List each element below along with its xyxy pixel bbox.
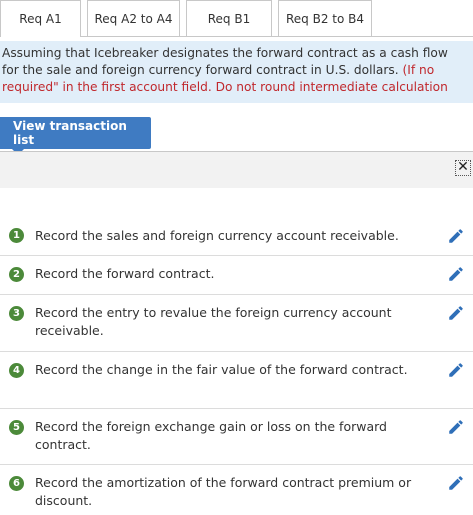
step-number-badge: 5 (9, 420, 24, 435)
list-item: 4 Record the change in the fair value of… (0, 352, 473, 409)
tab-label: Req B1 (207, 11, 251, 26)
view-transaction-list-label: View transaction list (13, 119, 127, 147)
list-item: 2 Record the forward contract. (0, 256, 473, 295)
instructions-note: (If no (402, 63, 435, 77)
close-icon[interactable]: ✕ (455, 160, 471, 176)
step-number-badge: 2 (9, 267, 24, 282)
tab-req-a2-to-a4[interactable]: Req A2 to A4 (87, 0, 180, 36)
tab-label: Req B2 to B4 (285, 11, 365, 26)
step-number-badge: 3 (9, 306, 24, 321)
edit-pencil-icon[interactable] (447, 304, 465, 322)
edit-pencil-icon[interactable] (447, 474, 465, 492)
list-item: 1 Record the sales and foreign currency … (0, 219, 473, 256)
entry-description: Record the foreign exchange gain or loss… (35, 419, 387, 452)
tab-req-a1[interactable]: Req A1 (0, 0, 81, 37)
tab-label: Req A1 (19, 12, 62, 26)
entry-description: Record the change in the fair value of t… (35, 362, 408, 377)
transaction-panel-header: ✕ (0, 151, 473, 188)
step-number-badge: 6 (9, 476, 24, 491)
view-transaction-list-button[interactable]: View transaction list (0, 117, 151, 155)
entry-description: Record the forward contract. (35, 266, 215, 281)
step-number-badge: 4 (9, 363, 24, 378)
instructions-line-2-text: for the sale and foreign currency forwar… (2, 63, 403, 77)
tab-req-b2-to-b4[interactable]: Req B2 to B4 (278, 0, 372, 36)
entry-description: Record the amortization of the forward c… (35, 475, 412, 508)
edit-pencil-icon[interactable] (447, 265, 465, 283)
instructions-line-3: required" in the first account field. Do… (2, 80, 448, 94)
instructions-line-2: for the sale and foreign currency forwar… (2, 62, 473, 79)
list-item: 6 Record the amortization of the forward… (0, 465, 473, 515)
entry-description: Record the entry to revalue the foreign … (35, 305, 392, 338)
edit-pencil-icon[interactable] (447, 418, 465, 436)
edit-pencil-icon[interactable] (447, 361, 465, 379)
instructions-banner: Assuming that Icebreaker designates the … (0, 41, 473, 103)
tab-req-b1[interactable]: Req B1 (186, 0, 272, 36)
entry-description: Record the sales and foreign currency ac… (35, 228, 399, 243)
instructions-line-1: Assuming that Icebreaker designates the … (2, 46, 448, 60)
list-item: 3 Record the entry to revalue the foreig… (0, 295, 473, 352)
tab-bar: Req A1 Req A2 to A4 Req B1 Req B2 to B4 (0, 0, 473, 37)
list-item: 5 Record the foreign exchange gain or lo… (0, 409, 473, 465)
edit-pencil-icon[interactable] (447, 227, 465, 245)
tab-label: Req A2 to A4 (94, 11, 173, 26)
step-number-badge: 1 (9, 228, 24, 243)
